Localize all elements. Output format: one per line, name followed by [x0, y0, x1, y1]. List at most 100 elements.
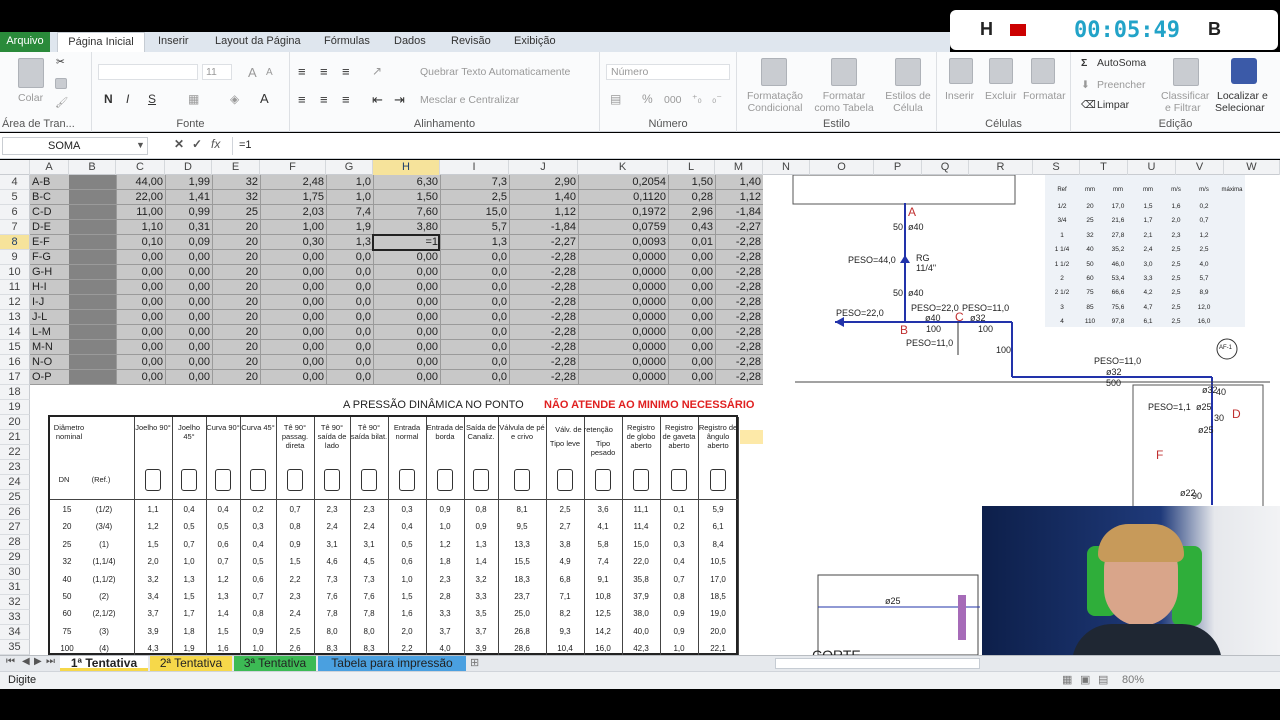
- underline-button[interactable]: S: [148, 92, 156, 106]
- data-cell[interactable]: 0,0000: [580, 295, 668, 310]
- data-cell[interactable]: 0,0000: [580, 310, 668, 325]
- data-cell[interactable]: 0,0: [442, 265, 509, 280]
- row-header-27[interactable]: 27: [0, 520, 30, 535]
- data-cell[interactable]: -2,27: [511, 235, 578, 250]
- data-cell[interactable]: 2,48: [262, 175, 326, 190]
- data-cell[interactable]: 20: [214, 325, 260, 340]
- data-cell[interactable]: 0,0: [328, 295, 373, 310]
- row-header-11[interactable]: 11: [0, 280, 30, 295]
- column-header-f[interactable]: F: [260, 160, 326, 175]
- data-cell[interactable]: 0,0: [442, 250, 509, 265]
- data-cell[interactable]: 1,3: [328, 235, 373, 250]
- row-header-29[interactable]: 29: [0, 550, 30, 565]
- data-cell[interactable]: 0,00: [118, 355, 165, 370]
- thousands-button[interactable]: 000: [664, 94, 682, 106]
- data-cell[interactable]: 0,0: [328, 340, 373, 355]
- data-cell[interactable]: 0,01: [670, 235, 715, 250]
- select-all-corner[interactable]: [0, 160, 30, 175]
- data-cell[interactable]: 32: [214, 175, 260, 190]
- column-header-d[interactable]: D: [165, 160, 212, 175]
- sheet-first-nav-icon[interactable]: ⏮: [6, 656, 15, 667]
- data-cell[interactable]: 0,00: [670, 295, 715, 310]
- row-header-23[interactable]: 23: [0, 460, 30, 475]
- delete-cells-button[interactable]: Excluir: [985, 90, 1017, 102]
- insert-cells-icon[interactable]: [949, 58, 973, 84]
- tab-formulas[interactable]: Fórmulas: [324, 32, 370, 52]
- data-cell[interactable]: 0,00: [262, 250, 326, 265]
- data-cell[interactable]: 0,00: [670, 250, 715, 265]
- normal-view-icon[interactable]: ▦: [1062, 673, 1072, 686]
- data-cell[interactable]: 0,00: [118, 265, 165, 280]
- data-cell[interactable]: -1,84: [717, 205, 763, 220]
- data-cell[interactable]: H-I: [32, 280, 69, 295]
- data-cell[interactable]: 20: [214, 280, 260, 295]
- data-cell[interactable]: M-N: [32, 340, 69, 355]
- column-header-j[interactable]: J: [509, 160, 578, 175]
- data-cell[interactable]: -2,27: [717, 220, 763, 235]
- data-cell[interactable]: 1,99: [167, 175, 212, 190]
- row-header-26[interactable]: 26: [0, 505, 30, 520]
- data-cell[interactable]: -2,28: [717, 295, 763, 310]
- wrap-text-button[interactable]: Quebrar Texto Automaticamente: [420, 66, 570, 78]
- data-cell[interactable]: 0,0: [328, 355, 373, 370]
- find-binoculars-icon[interactable]: [1231, 58, 1257, 84]
- data-cell[interactable]: 0,31: [167, 220, 212, 235]
- row-header-15[interactable]: 15: [0, 340, 30, 355]
- data-cell[interactable]: 0,0000: [580, 325, 668, 340]
- font-color-icon[interactable]: A: [260, 91, 269, 106]
- sheet-last-nav-icon[interactable]: ⏭: [46, 656, 55, 667]
- data-cell[interactable]: 0,00: [167, 250, 212, 265]
- data-cell[interactable]: 0,1120: [580, 190, 668, 205]
- data-cell[interactable]: 1,50: [670, 175, 715, 190]
- data-cell[interactable]: 1,0: [328, 190, 373, 205]
- name-box[interactable]: SOMA: [2, 137, 148, 155]
- row-header-34[interactable]: 34: [0, 625, 30, 640]
- data-cell[interactable]: -2,28: [511, 295, 578, 310]
- column-header-b[interactable]: B: [69, 160, 116, 175]
- fill-button[interactable]: Preencher: [1097, 79, 1145, 91]
- data-cell[interactable]: -2,28: [511, 265, 578, 280]
- border-icon[interactable]: ▦: [188, 92, 199, 106]
- data-cell[interactable]: 1,50: [375, 190, 440, 205]
- sort-label-2[interactable]: e Filtrar: [1165, 102, 1201, 114]
- data-cell[interactable]: D-E: [32, 220, 69, 235]
- data-cell[interactable]: 25: [214, 205, 260, 220]
- data-cell[interactable]: 0,00: [670, 355, 715, 370]
- data-cell[interactable]: A-B: [32, 175, 69, 190]
- page-layout-view-icon[interactable]: ▣: [1080, 673, 1090, 686]
- data-cell[interactable]: N-O: [32, 355, 69, 370]
- sheet-next-nav-icon[interactable]: ▶: [34, 656, 42, 667]
- data-cell[interactable]: 0,0759: [580, 220, 668, 235]
- sort-label-1[interactable]: Classificar: [1161, 90, 1209, 102]
- column-header-k[interactable]: K: [578, 160, 668, 175]
- data-cell[interactable]: 0,00: [167, 370, 212, 385]
- data-cell[interactable]: 0,00: [167, 295, 212, 310]
- data-cell[interactable]: 20: [214, 310, 260, 325]
- data-cell[interactable]: 7,60: [375, 205, 440, 220]
- clear-icon[interactable]: ⌫: [1081, 99, 1096, 111]
- data-cell[interactable]: 1,10: [118, 220, 165, 235]
- row-header-18[interactable]: 18: [0, 385, 30, 400]
- data-cell[interactable]: 0,00: [262, 340, 326, 355]
- clear-button[interactable]: Limpar: [1097, 99, 1129, 111]
- grow-font-button[interactable]: A: [248, 65, 257, 80]
- column-header-g[interactable]: G: [326, 160, 373, 175]
- data-cell[interactable]: 0,28: [670, 190, 715, 205]
- data-cell[interactable]: -2,28: [511, 325, 578, 340]
- paste-icon[interactable]: [18, 58, 44, 88]
- row-header-33[interactable]: 33: [0, 610, 30, 625]
- column-header-u[interactable]: U: [1128, 160, 1176, 175]
- column-header-e[interactable]: E: [212, 160, 260, 175]
- data-cell[interactable]: 20: [214, 265, 260, 280]
- data-cell[interactable]: 0,00: [262, 265, 326, 280]
- data-cell[interactable]: 0,99: [167, 205, 212, 220]
- tab-home[interactable]: Página Inicial: [57, 32, 145, 52]
- column-header-q[interactable]: Q: [922, 160, 969, 175]
- data-cell[interactable]: 0,0000: [580, 280, 668, 295]
- data-cell[interactable]: 0,0: [328, 370, 373, 385]
- insert-cells-button[interactable]: Inserir: [945, 90, 974, 102]
- autosum-button[interactable]: AutoSoma: [1097, 57, 1146, 69]
- row-header-17[interactable]: 17: [0, 370, 30, 385]
- name-box-dropdown-icon[interactable]: ▼: [136, 140, 145, 150]
- row-header-24[interactable]: 24: [0, 475, 30, 490]
